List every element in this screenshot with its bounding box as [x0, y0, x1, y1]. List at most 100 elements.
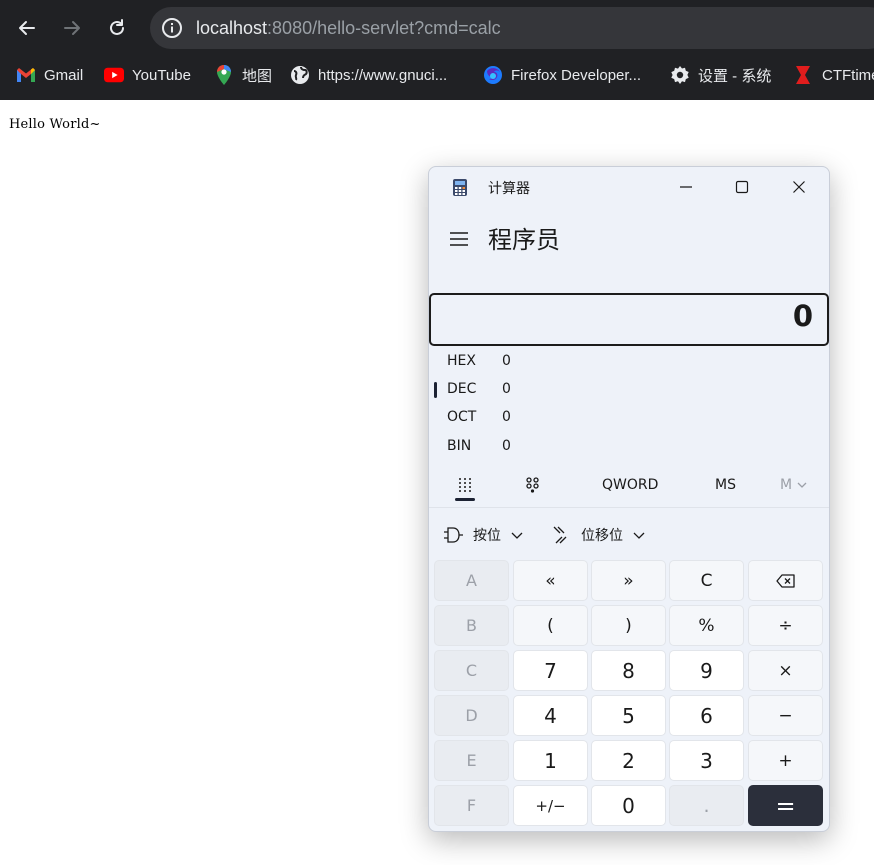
calculator-app-icon — [453, 179, 467, 196]
bookmark-settings[interactable]: 设置 - 系统 — [670, 56, 771, 94]
navigation-menu-button[interactable] — [447, 227, 471, 251]
url-text: localhost:8080/hello-servlet?cmd=calc — [196, 7, 501, 49]
hamburger-icon — [450, 232, 468, 246]
key-hex-b: B — [434, 605, 509, 646]
key-add[interactable]: + — [748, 740, 823, 781]
minimize-button[interactable] — [663, 171, 709, 203]
bookmark-label: Firefox Developer... — [511, 66, 642, 84]
key-hex-a: A — [434, 560, 509, 601]
bookmark-label: YouTube — [132, 66, 191, 84]
reload-icon — [110, 19, 124, 35]
youtube-icon — [104, 65, 124, 85]
reload-button[interactable] — [101, 12, 133, 44]
bit-toggle-keypad-button[interactable] — [521, 473, 545, 497]
site-info-icon[interactable] — [160, 16, 184, 40]
key-5[interactable]: 5 — [591, 695, 666, 736]
bookmark-label: CTFtime — [822, 66, 874, 84]
radix-label: BIN — [447, 438, 472, 454]
key-equals[interactable]: = — [748, 785, 823, 826]
bookmark-ctftime[interactable]: CTFtime — [794, 56, 874, 94]
key-7[interactable]: 7 — [513, 650, 588, 691]
bitshift-menu-button[interactable]: 位移位 — [551, 523, 645, 547]
maps-icon — [214, 65, 234, 85]
key-subtract[interactable]: − — [748, 695, 823, 736]
bookmark-maps[interactable]: 地图 — [214, 56, 272, 94]
bookmark-gmail[interactable]: Gmail — [16, 56, 83, 94]
arrow-right-icon — [64, 21, 80, 35]
key-hex-d: D — [434, 695, 509, 736]
key-0[interactable]: 0 — [591, 785, 666, 826]
radix-label: DEC — [447, 381, 477, 397]
key-1[interactable]: 1 — [513, 740, 588, 781]
bitshift-label: 位移位 — [581, 528, 623, 544]
key-modulo[interactable]: % — [669, 605, 744, 646]
browser-toolbar: localhost:8080/hello-servlet?cmd=calc — [0, 0, 874, 56]
key-negate[interactable]: +/− — [513, 785, 588, 826]
full-keypad-button[interactable] — [453, 473, 477, 497]
bit-shift-icon — [551, 524, 573, 546]
bookmark-label: 地图 — [242, 67, 273, 85]
bookmark-youtube[interactable]: YouTube — [104, 56, 191, 94]
bookmark-firefox-developer[interactable]: Firefox Developer... — [483, 56, 641, 94]
radix-value: 0 — [502, 438, 511, 454]
memory-store-button[interactable]: MS — [715, 477, 736, 493]
display-value: 0 — [792, 299, 813, 333]
memory-menu-label: M — [780, 477, 793, 493]
maximize-button[interactable] — [719, 171, 765, 203]
page-body-text: Hello World~ — [9, 117, 101, 132]
address-bar[interactable]: localhost:8080/hello-servlet?cmd=calc — [150, 7, 874, 49]
bitwise-menu-button[interactable]: 按位 — [443, 523, 523, 547]
ctftime-icon — [794, 65, 814, 85]
key-left-shift[interactable]: « — [513, 560, 588, 601]
calculator-mode-title: 程序员 — [488, 226, 560, 254]
programmer-mode-bar: QWORD MS M — [429, 467, 829, 508]
chevron-down-icon — [633, 529, 645, 541]
key-clear[interactable]: C — [669, 560, 744, 601]
key-9[interactable]: 9 — [669, 650, 744, 691]
bookmark-label: https://www.gnuci... — [318, 66, 448, 84]
key-8[interactable]: 8 — [591, 650, 666, 691]
minimize-icon — [680, 186, 692, 188]
word-size-button[interactable]: QWORD — [602, 477, 658, 493]
url-path: :8080/hello-servlet?cmd=calc — [267, 18, 501, 38]
forward-button[interactable] — [56, 12, 88, 44]
radix-bin[interactable]: BIN 0 — [429, 433, 829, 461]
active-mode-indicator — [455, 498, 475, 501]
key-hex-f: F — [434, 785, 509, 826]
selection-indicator — [434, 382, 437, 398]
radix-value: 0 — [502, 353, 511, 369]
key-open-paren[interactable]: ( — [513, 605, 588, 646]
radix-oct[interactable]: OCT 0 — [429, 404, 829, 432]
key-divide[interactable]: ÷ — [748, 605, 823, 646]
key-2[interactable]: 2 — [591, 740, 666, 781]
key-hex-c: C — [434, 650, 509, 691]
key-backspace[interactable] — [748, 560, 823, 601]
maximize-icon — [735, 180, 749, 194]
window-title: 计算器 — [488, 181, 530, 197]
close-button[interactable] — [776, 171, 822, 203]
key-multiply[interactable]: × — [748, 650, 823, 691]
chevron-down-icon — [797, 482, 807, 488]
operations-bar: 按位 位移位 — [429, 517, 829, 553]
gmail-icon — [16, 65, 36, 85]
key-6[interactable]: 6 — [669, 695, 744, 736]
key-3[interactable]: 3 — [669, 740, 744, 781]
calculator-keypad: A « » C B ( ) % ÷ C 7 8 9 × D 4 5 6 − E … — [434, 560, 825, 827]
radix-value: 0 — [502, 381, 511, 397]
chevron-down-icon — [511, 529, 523, 541]
memory-menu-button[interactable]: M — [780, 477, 807, 493]
bookmark-gnuci[interactable]: https://www.gnuci... — [290, 56, 447, 94]
bitwise-label: 按位 — [473, 528, 501, 544]
backspace-icon — [775, 573, 795, 588]
radix-dec[interactable]: DEC 0 — [429, 376, 829, 404]
back-button[interactable] — [11, 12, 43, 44]
calculator-titlebar[interactable]: 计算器 — [429, 167, 829, 207]
radix-hex[interactable]: HEX 0 — [429, 348, 829, 376]
radix-label: HEX — [447, 353, 476, 369]
key-close-paren[interactable]: ) — [591, 605, 666, 646]
bookmark-label: 设置 - 系统 — [698, 67, 772, 85]
bookmark-label: Gmail — [44, 66, 84, 84]
key-4[interactable]: 4 — [513, 695, 588, 736]
key-right-shift[interactable]: » — [591, 560, 666, 601]
radix-value: 0 — [502, 409, 511, 425]
